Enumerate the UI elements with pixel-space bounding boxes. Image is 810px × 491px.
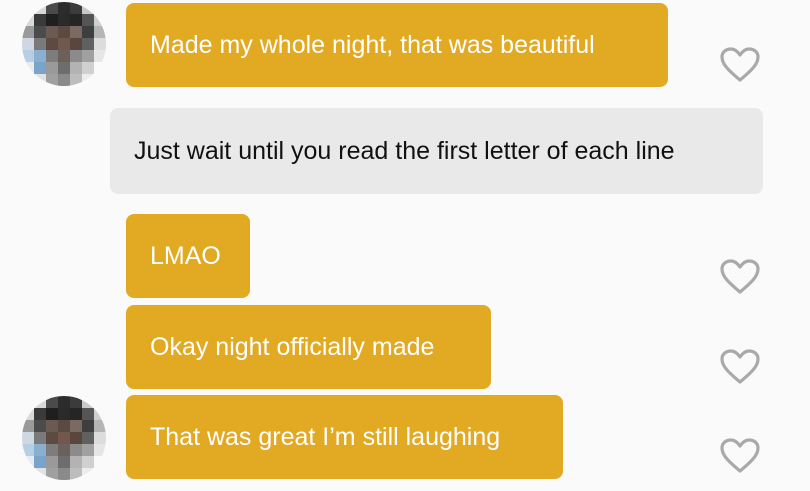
contact-avatar[interactable] xyxy=(22,2,106,86)
heart-icon[interactable] xyxy=(720,47,760,83)
message-bubble-outgoing[interactable]: Just wait until you read the first lette… xyxy=(110,108,763,194)
heart-icon[interactable] xyxy=(720,438,760,474)
message-text: LMAO xyxy=(150,242,221,270)
heart-icon[interactable] xyxy=(720,349,760,385)
message-bubble-incoming[interactable]: Made my whole night, that was beautiful xyxy=(126,3,668,87)
message-text: Okay night officially made xyxy=(150,333,435,361)
chat-thread: Made my whole night, that was beautiful … xyxy=(0,0,810,491)
message-text: Just wait until you read the first lette… xyxy=(134,137,675,165)
heart-icon[interactable] xyxy=(720,259,760,295)
message-bubble-incoming[interactable]: That was great I’m still laughing xyxy=(126,395,563,479)
message-bubble-incoming[interactable]: Okay night officially made xyxy=(126,305,491,389)
message-text: That was great I’m still laughing xyxy=(150,423,501,451)
contact-avatar[interactable] xyxy=(22,396,106,480)
message-bubble-incoming[interactable]: LMAO xyxy=(126,214,250,298)
message-text: Made my whole night, that was beautiful xyxy=(150,31,595,59)
